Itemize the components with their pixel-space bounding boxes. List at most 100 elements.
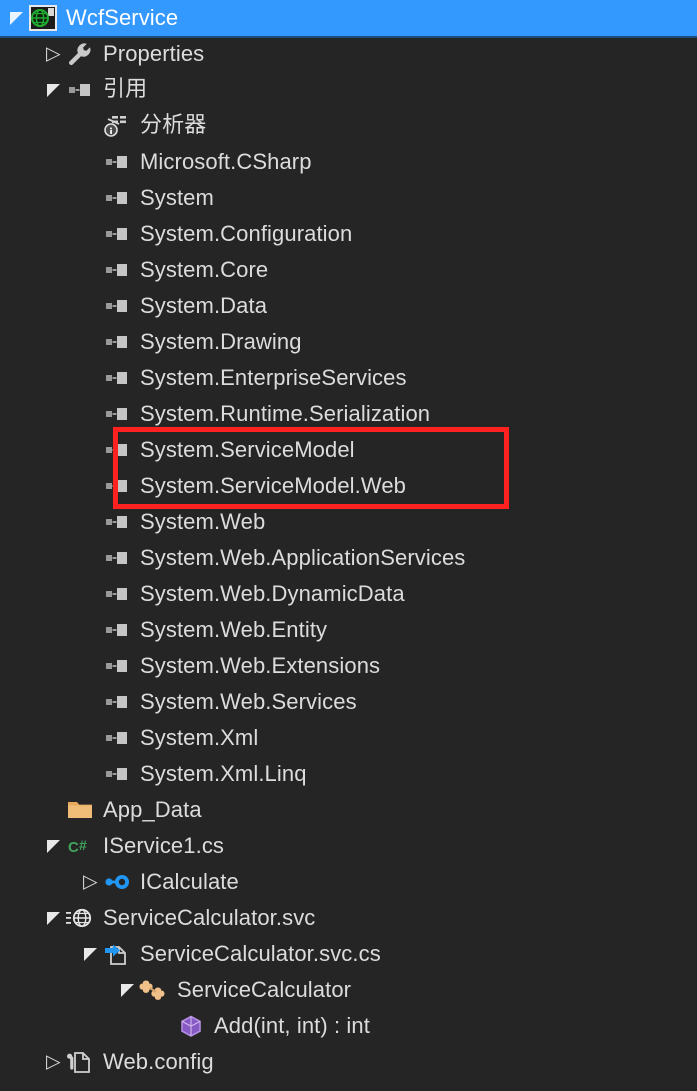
tree-node-label: System.Core [140, 257, 269, 282]
tree-node-label: Add(int, int) : int [214, 1013, 370, 1038]
expander-placeholder [80, 144, 102, 180]
tree-node[interactable]: System.EnterpriseServices [0, 360, 697, 396]
tree-node[interactable]: ServiceCalculator [0, 972, 697, 1008]
tree-node-label: ICalculate [140, 869, 239, 894]
tree-node[interactable]: System.ServiceModel.Web [0, 468, 697, 504]
tree-node[interactable]: System.ServiceModel [0, 432, 697, 468]
reference-icon [102, 615, 132, 645]
tree-node-label: Properties [103, 41, 205, 66]
expander-expanded-icon[interactable] [117, 972, 139, 1008]
expander-placeholder [80, 504, 102, 540]
tree-node[interactable]: Properties [0, 36, 697, 72]
web-project-icon [28, 3, 58, 33]
codebehind-file-icon [102, 939, 132, 969]
expander-expanded-icon[interactable] [43, 72, 65, 108]
expander-collapsed-icon[interactable] [43, 36, 65, 72]
tree-node-label: System.Web.DynamicData [140, 581, 405, 606]
tree-node-label: System.Configuration [140, 221, 353, 246]
expander-placeholder [80, 684, 102, 720]
svg-text:#: # [79, 837, 87, 853]
tree-node-label: IService1.cs [103, 833, 225, 858]
reference-icon [102, 579, 132, 609]
reference-icon [102, 651, 132, 681]
tree-node[interactable]: System.Web.Services [0, 684, 697, 720]
tree-node[interactable]: ServiceCalculator.svc [0, 900, 697, 936]
expander-placeholder [80, 468, 102, 504]
tree-node-label: System.Drawing [140, 329, 302, 354]
tree-node-label: ServiceCalculator.svc [103, 905, 316, 930]
tree-node[interactable]: System.Data [0, 288, 697, 324]
reference-icon [102, 687, 132, 717]
tree-node-label: System.Web.ApplicationServices [140, 545, 466, 570]
tree-node-label: System.Web.Extensions [140, 653, 381, 678]
tree-node[interactable]: Add(int, int) : int [0, 1008, 697, 1044]
tree-node-label: System.EnterpriseServices [140, 365, 407, 390]
tree-node-label: System.ServiceModel.Web [140, 473, 406, 498]
tree-node-label: Microsoft.CSharp [140, 149, 312, 174]
tree-node[interactable]: System.Runtime.Serialization [0, 396, 697, 432]
reference-icon [102, 435, 132, 465]
tree-node[interactable]: System.Web.Extensions [0, 648, 697, 684]
tree-node[interactable]: System.Xml [0, 720, 697, 756]
expander-collapsed-icon[interactable] [43, 1044, 65, 1080]
wrench-icon [65, 39, 95, 69]
expander-placeholder [80, 360, 102, 396]
tree-node-label: Web.config [103, 1049, 214, 1074]
references-icon [65, 75, 95, 105]
expander-expanded-icon[interactable] [80, 936, 102, 972]
tree-node[interactable]: System.Web.Entity [0, 612, 697, 648]
config-file-icon [65, 1047, 95, 1077]
tree-node[interactable]: C # IService1.cs [0, 828, 697, 864]
expander-placeholder [80, 720, 102, 756]
tree-node-label: App_Data [103, 797, 202, 822]
tree-node[interactable]: System.Drawing [0, 324, 697, 360]
tree-node[interactable]: Web.config [0, 1044, 697, 1080]
reference-icon [102, 759, 132, 789]
reference-icon [102, 363, 132, 393]
tree-node[interactable]: 分析器 [0, 108, 697, 144]
reference-icon [102, 255, 132, 285]
tree-node[interactable]: System.Web.ApplicationServices [0, 540, 697, 576]
tree-node[interactable]: ICalculate [0, 864, 697, 900]
tree-node-label: System.Runtime.Serialization [140, 401, 431, 426]
reference-icon [102, 471, 132, 501]
tree-node[interactable]: 引用 [0, 72, 697, 108]
expander-placeholder [80, 576, 102, 612]
interface-icon [102, 867, 132, 897]
tree-node-label: WcfService [66, 5, 179, 30]
tree-node[interactable]: System.Configuration [0, 216, 697, 252]
expander-placeholder [80, 432, 102, 468]
tree-node-label: System.Xml.Linq [140, 761, 307, 786]
reference-icon [102, 327, 132, 357]
reference-icon [102, 507, 132, 537]
tree-node-label: System.Xml [140, 725, 259, 750]
tree-node-label: System.Web.Entity [140, 617, 328, 642]
tree-node[interactable]: System.Xml.Linq [0, 756, 697, 792]
tree-node[interactable]: Microsoft.CSharp [0, 144, 697, 180]
expander-expanded-icon[interactable] [43, 900, 65, 936]
expander-placeholder [80, 324, 102, 360]
tree-node[interactable]: ServiceCalculator.svc.cs [0, 936, 697, 972]
reference-icon [102, 291, 132, 321]
tree-node[interactable]: System.Web [0, 504, 697, 540]
expander-placeholder [80, 288, 102, 324]
reference-icon [102, 399, 132, 429]
solution-explorer-tree[interactable]: WcfService Properties 引用分析器 Microsoft.CShar… [0, 0, 697, 1091]
expander-expanded-icon[interactable] [43, 828, 65, 864]
tree-node-label: 分析器 [140, 113, 207, 138]
expander-collapsed-icon[interactable] [80, 864, 102, 900]
reference-icon [102, 147, 132, 177]
expander-placeholder [154, 1008, 176, 1044]
method-icon [176, 1011, 206, 1041]
expander-placeholder [80, 540, 102, 576]
csharp-file-icon: C # [65, 831, 95, 861]
tree-node-label: System.Web.Services [140, 689, 357, 714]
expander-placeholder [43, 792, 65, 828]
expander-expanded-icon[interactable] [6, 0, 28, 36]
tree-node[interactable]: System.Core [0, 252, 697, 288]
tree-node[interactable]: App_Data [0, 792, 697, 828]
tree-node[interactable]: System [0, 180, 697, 216]
tree-node[interactable]: WcfService [0, 0, 697, 36]
expander-placeholder [80, 252, 102, 288]
tree-node[interactable]: System.Web.DynamicData [0, 576, 697, 612]
